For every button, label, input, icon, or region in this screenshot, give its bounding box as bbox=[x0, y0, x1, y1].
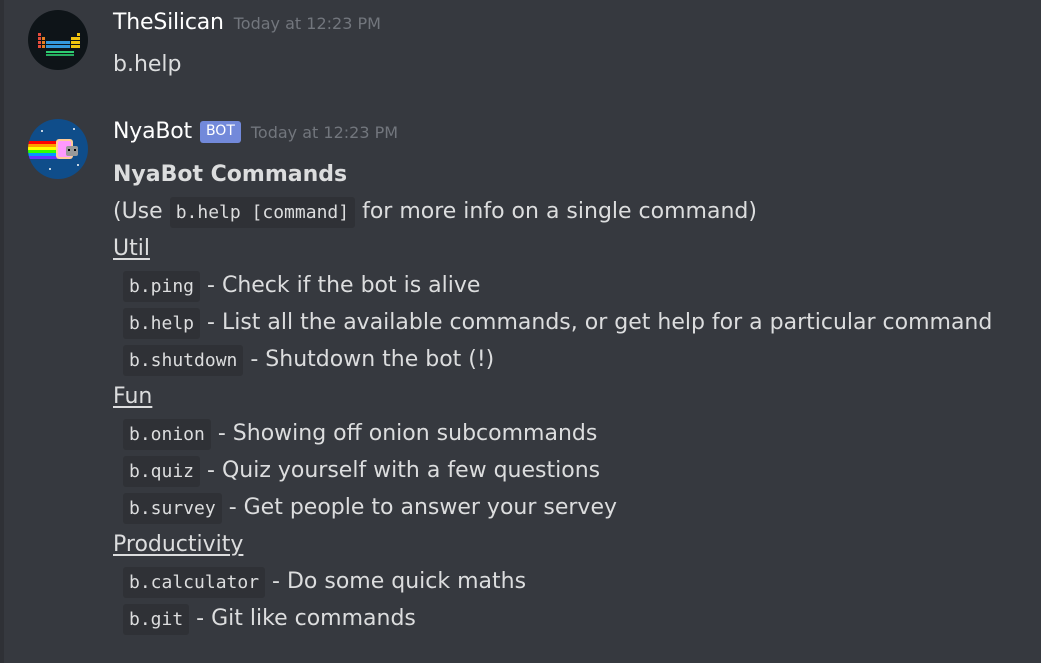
command-code: b.survey bbox=[123, 493, 222, 524]
embed-title: NyaBot Commands bbox=[113, 162, 348, 187]
nyan-cat-icon bbox=[28, 119, 88, 179]
category-fun: Fun bbox=[113, 384, 153, 409]
command-desc: - List all the available commands, or ge… bbox=[200, 310, 993, 335]
message-header: NyaBot BOT Today at 12:23 PM bbox=[113, 119, 398, 146]
usage-suffix: for more info on a single command) bbox=[355, 199, 757, 224]
timestamp: Today at 12:23 PM bbox=[250, 123, 399, 142]
command-item: b.help - List all the available commands… bbox=[113, 304, 992, 341]
command-desc: - Quiz yourself with a few questions bbox=[200, 458, 601, 483]
usage-line: (Use b.help [command] for more info on a… bbox=[113, 193, 992, 230]
command-code: b.quiz bbox=[123, 456, 201, 487]
command-desc: - Git like commands bbox=[189, 606, 416, 631]
command-code: b.git bbox=[123, 604, 190, 635]
message-content: NyaBot Commands (Use b.help [command] fo… bbox=[113, 156, 992, 637]
command-code: b.calculator bbox=[123, 567, 266, 598]
category-util: Util bbox=[113, 236, 150, 261]
command-desc: - Get people to answer your servey bbox=[221, 495, 618, 520]
command-code: b.shutdown bbox=[123, 345, 244, 376]
command-desc: - Showing off onion subcommands bbox=[210, 421, 598, 446]
command-item: b.quiz - Quiz yourself with a few questi… bbox=[113, 452, 992, 489]
command-item: b.onion - Showing off onion subcommands bbox=[113, 415, 992, 452]
edge-strip bbox=[0, 0, 4, 663]
command-item: b.ping - Check if the bot is alive bbox=[113, 267, 992, 304]
username[interactable]: NyaBot bbox=[113, 119, 192, 144]
command-desc: - Do some quick maths bbox=[265, 569, 527, 594]
message-text: b.help bbox=[113, 52, 182, 77]
username[interactable]: TheSilican bbox=[113, 10, 224, 35]
command-item: b.calculator - Do some quick maths bbox=[113, 563, 992, 600]
command-desc: - Shutdown the bot (!) bbox=[243, 347, 495, 372]
command-item: b.shutdown - Shutdown the bot (!) bbox=[113, 341, 992, 378]
avatar-thesilican[interactable] bbox=[28, 10, 88, 70]
bot-tag-badge: BOT bbox=[199, 121, 241, 143]
message-content: b.help bbox=[113, 46, 182, 83]
command-code: b.ping bbox=[123, 271, 201, 302]
avatar-nyabot[interactable] bbox=[28, 119, 88, 179]
command-item: b.git - Git like commands bbox=[113, 600, 992, 637]
command-code: b.help bbox=[123, 308, 201, 339]
message-header: TheSilican Today at 12:23 PM bbox=[113, 10, 381, 35]
category-productivity: Productivity bbox=[113, 532, 244, 557]
command-desc: - Check if the bot is alive bbox=[200, 273, 481, 298]
command-code: b.onion bbox=[123, 419, 211, 450]
usage-code: b.help [command] bbox=[169, 197, 356, 228]
command-item: b.survey - Get people to answer your ser… bbox=[113, 489, 992, 526]
timestamp: Today at 12:23 PM bbox=[233, 14, 381, 33]
usage-prefix: (Use bbox=[113, 199, 170, 224]
periodic-table-icon bbox=[28, 10, 88, 70]
